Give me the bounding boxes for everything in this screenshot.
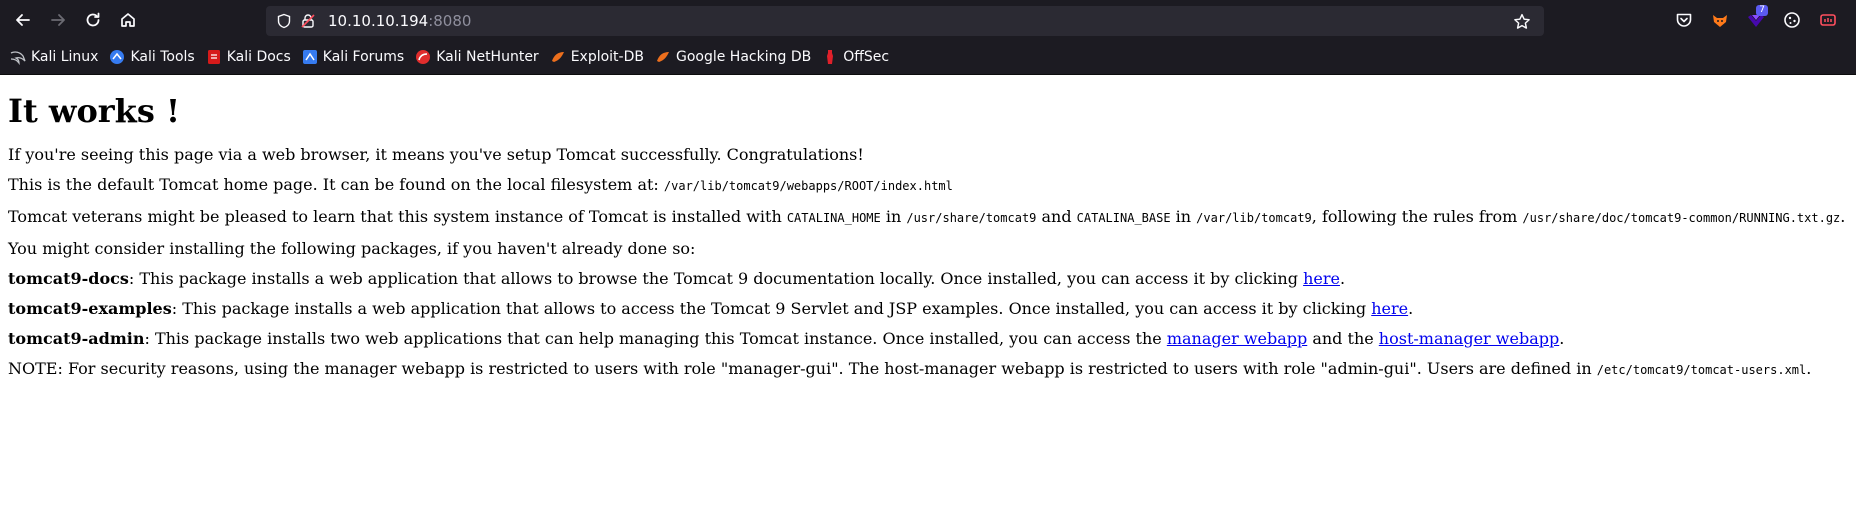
arrow-left-icon — [16, 14, 30, 26]
menu-button[interactable] — [1846, 0, 1856, 40]
catalina-home-path: /usr/share/tomcat9 — [906, 211, 1037, 225]
text: in — [1170, 207, 1197, 226]
paragraph-success: If you're seeing this page via a web bro… — [8, 145, 864, 164]
wappalyzer-button[interactable]: 7 — [1738, 0, 1774, 40]
bookmark-label: Kali Docs — [226, 49, 291, 65]
bookmark-offsec[interactable]: OffSec — [822, 49, 889, 65]
text: , following the rules from — [1311, 207, 1523, 226]
foxyproxy-button[interactable] — [1702, 0, 1738, 40]
page-content: It works ! If you're seeing this page vi… — [0, 75, 1856, 399]
text: and the — [1307, 329, 1379, 348]
forward-button[interactable] — [41, 3, 75, 37]
insecure-lock-icon[interactable] — [296, 9, 320, 33]
exploit-db-icon — [551, 52, 564, 62]
text: . — [1559, 329, 1565, 348]
kali-tools-icon — [110, 50, 125, 64]
text: . — [1339, 269, 1346, 288]
bookmark-label: Kali NetHunter — [436, 49, 539, 65]
text: : This package installs a web applicatio… — [171, 299, 1372, 318]
bookmark-google-hacking-db[interactable]: Google Hacking DB — [655, 49, 811, 65]
reload-button[interactable] — [76, 3, 110, 37]
fox-icon — [1713, 15, 1727, 27]
browser-toolbar: 10.10.10.194:8080 7 — [0, 0, 1856, 40]
package-name: tomcat9-admin — [8, 329, 145, 348]
offsec-icon — [827, 50, 834, 64]
catalina-base-var: CATALINA_BASE — [1076, 211, 1171, 225]
bookmark-label: Kali Tools — [130, 49, 195, 65]
paragraph-packages-intro: You might consider installing the follow… — [8, 239, 696, 258]
index-path: /var/lib/tomcat9/webapps/ROOT/index.html — [663, 179, 953, 193]
bookmark-star-icon[interactable] — [1510, 10, 1534, 34]
text: Tomcat veterans might be pleased to lear… — [8, 207, 787, 226]
shield-icon[interactable] — [272, 9, 296, 33]
manager-webapp-link[interactable]: manager webapp — [1167, 329, 1307, 348]
url-text[interactable]: 10.10.10.194:8080 — [328, 12, 471, 30]
kali-docs-icon — [207, 50, 220, 64]
bookmark-label: Google Hacking DB — [675, 49, 812, 65]
text: : This package installs two web applicat… — [144, 329, 1167, 348]
nethunter-icon — [416, 50, 431, 64]
examples-here-link[interactable]: here — [1371, 299, 1408, 318]
back-button[interactable] — [6, 3, 40, 37]
home-icon — [121, 13, 135, 27]
bookmark-kali-tools[interactable]: Kali Tools — [109, 49, 195, 65]
text: and — [1036, 207, 1077, 226]
running-txt-path: /usr/share/doc/tomcat9-common/RUNNING.tx… — [1522, 211, 1841, 225]
pocket-icon — [1676, 13, 1692, 27]
bookmark-kali-linux[interactable]: Kali Linux — [10, 49, 98, 65]
bookmark-kali-docs[interactable]: Kali Docs — [206, 49, 291, 65]
ghdb-icon — [656, 52, 669, 62]
hack-tools-button[interactable] — [1810, 0, 1846, 40]
text: This is the default Tomcat home page. It… — [8, 175, 664, 194]
address-bar[interactable]: 10.10.10.194:8080 — [266, 6, 1544, 36]
bookmark-label: Kali Linux — [31, 49, 99, 65]
text: . — [1840, 207, 1846, 226]
bookmark-kali-nethunter[interactable]: Kali NetHunter — [415, 49, 539, 65]
reload-icon — [86, 12, 100, 27]
cookie-editor-button[interactable] — [1774, 0, 1810, 40]
cookie-icon — [1784, 12, 1800, 28]
bookmark-label: Kali Forums — [322, 49, 405, 65]
pocket-button[interactable] — [1666, 0, 1702, 40]
bookmarks-toolbar: Kali Linux Kali Tools Kali Docs Kali For… — [0, 40, 1856, 75]
url-host: 10.10.10.194 — [328, 12, 429, 30]
paragraph-veterans: Tomcat veterans might be pleased to lear… — [8, 207, 1848, 228]
catalina-base-path: /var/lib/tomcat9 — [1196, 211, 1312, 225]
hacktools-icon — [1820, 14, 1836, 26]
docs-here-link[interactable]: here — [1303, 269, 1340, 288]
package-docs: tomcat9-docs: This package installs a we… — [8, 269, 1848, 288]
page-title: It works ! — [8, 92, 181, 130]
bookmark-exploit-db[interactable]: Exploit-DB — [550, 49, 644, 65]
toolbar-extensions: 7 — [1666, 0, 1856, 40]
text: . — [1408, 299, 1414, 318]
host-manager-webapp-link[interactable]: host-manager webapp — [1379, 329, 1559, 348]
text: in — [880, 207, 907, 226]
tomcat-users-path: /etc/tomcat9/tomcat-users.xml — [1596, 363, 1807, 377]
text: : This package installs a web applicatio… — [128, 269, 1304, 288]
catalina-home-var: CATALINA_HOME — [786, 211, 881, 225]
package-name: tomcat9-docs — [8, 269, 129, 288]
bookmark-label: Exploit-DB — [570, 49, 644, 65]
text: NOTE: For security reasons, using the ma… — [8, 359, 1597, 378]
paragraph-note: NOTE: For security reasons, using the ma… — [8, 359, 1848, 380]
home-button[interactable] — [111, 3, 145, 37]
package-admin: tomcat9-admin: This package installs two… — [8, 329, 1848, 348]
arrow-right-icon — [51, 14, 65, 26]
package-name: tomcat9-examples — [8, 299, 172, 318]
bookmark-label: OffSec — [843, 49, 890, 65]
text: . — [1806, 359, 1812, 378]
package-examples: tomcat9-examples: This package installs … — [8, 299, 1848, 318]
kali-dragon-icon — [10, 51, 26, 65]
bookmark-kali-forums[interactable]: Kali Forums — [302, 49, 404, 65]
url-port: :8080 — [428, 12, 472, 30]
paragraph-default-home: This is the default Tomcat home page. It… — [8, 175, 1848, 196]
kali-forums-icon — [302, 50, 317, 64]
extension-badge: 7 — [1756, 5, 1768, 16]
